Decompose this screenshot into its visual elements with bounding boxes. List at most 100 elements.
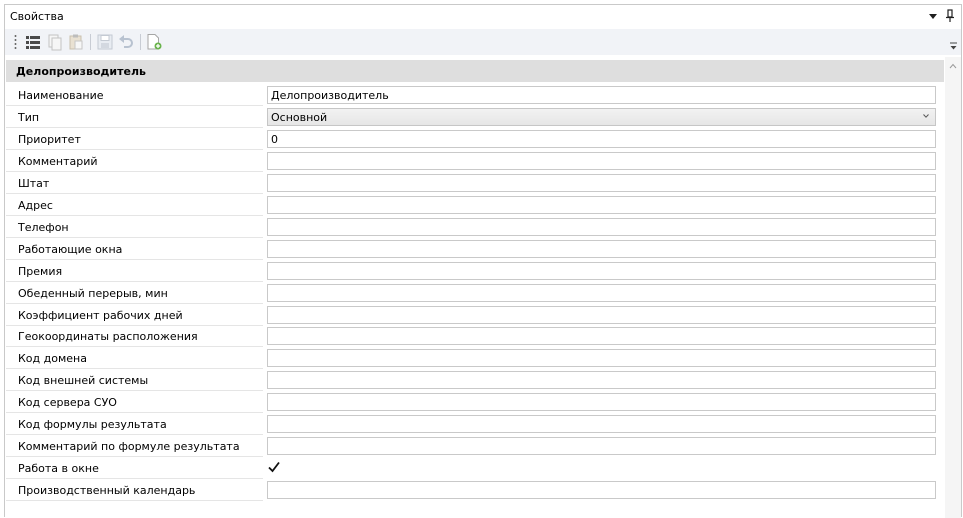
property-value-field[interactable]	[267, 481, 936, 500]
row-divider	[6, 434, 263, 436]
toolbar-overflow-icon[interactable]	[949, 41, 958, 51]
property-label: Коэффициент рабочих дней	[18, 308, 183, 322]
property-label: Геокоординаты расположения	[18, 330, 198, 344]
property-value-field[interactable]	[267, 173, 936, 192]
property-value-field[interactable]	[267, 283, 936, 302]
row-divider	[6, 192, 263, 194]
row-divider	[6, 170, 263, 172]
property-row[interactable]: Штат	[5, 173, 943, 195]
property-label: Код формулы результата	[18, 418, 167, 432]
categorized-view-icon[interactable]	[24, 33, 42, 51]
property-row[interactable]: Работа в окне	[5, 458, 943, 480]
property-value: Делопроизводитель	[271, 89, 389, 102]
toolbar	[5, 29, 961, 55]
checkmark-icon[interactable]	[267, 460, 281, 474]
property-row[interactable]: Код внешней системы	[5, 370, 943, 392]
property-value-field[interactable]	[267, 239, 936, 258]
property-row[interactable]: Тип Основной	[5, 107, 943, 129]
property-row[interactable]: Комментарий	[5, 151, 943, 173]
property-value-field[interactable]	[267, 195, 936, 214]
property-row[interactable]: Геокоординаты расположения	[5, 326, 943, 348]
panel-titlebar: Свойства	[5, 5, 961, 29]
property-label: Комментарий по формуле результата	[18, 440, 240, 454]
property-label: Работающие окна	[18, 242, 123, 256]
undo-icon[interactable]	[117, 33, 135, 51]
toolbar-separator	[140, 34, 141, 50]
properties-panel: Свойства Делопроизводитель Наименование …	[4, 4, 962, 518]
property-value-field[interactable]: Делопроизводитель	[267, 86, 936, 104]
toolbar-grip-icon[interactable]	[14, 34, 17, 50]
property-row[interactable]: Премия	[5, 261, 943, 283]
property-value-field[interactable]	[267, 261, 936, 280]
property-row[interactable]: Приоритет 0	[5, 129, 943, 151]
row-divider	[6, 148, 263, 150]
property-label: Наименование	[18, 89, 104, 102]
row-divider	[6, 346, 263, 348]
property-label: Телефон	[18, 220, 69, 234]
panel-menu-dropdown-icon[interactable]	[929, 14, 937, 19]
property-row[interactable]: Наименование Делопроизводитель	[5, 85, 943, 107]
row-divider	[6, 412, 263, 414]
row-divider	[6, 390, 263, 392]
property-row[interactable]: Телефон	[5, 217, 943, 239]
property-value-field[interactable]	[267, 437, 936, 456]
property-row[interactable]: Коэффициент рабочих дней	[5, 305, 943, 327]
row-divider	[6, 456, 263, 458]
vertical-scrollbar[interactable]	[945, 57, 961, 518]
toolbar-separator	[90, 34, 91, 50]
scroll-up-icon[interactable]	[949, 63, 957, 69]
property-value: Основной	[271, 110, 328, 124]
property-label: Работа в окне	[18, 462, 99, 476]
property-label: Приоритет	[18, 132, 81, 146]
property-value-field[interactable]	[267, 393, 936, 412]
row-divider	[6, 500, 263, 502]
property-row[interactable]: Код сервера СУО	[5, 392, 943, 414]
paste-icon[interactable]	[67, 33, 85, 51]
property-row[interactable]: Код формулы результата	[5, 414, 943, 436]
property-row[interactable]: Производственный календарь	[5, 480, 943, 502]
property-value-field[interactable]	[267, 217, 936, 236]
row-divider	[6, 368, 263, 370]
row-divider	[6, 324, 263, 326]
category-title: Делопроизводитель	[16, 65, 146, 78]
property-row[interactable]: Комментарий по формуле результата	[5, 436, 943, 458]
property-row[interactable]: Обеденный перерыв, мин	[5, 283, 943, 305]
property-label: Штат	[18, 176, 50, 190]
row-divider	[6, 258, 263, 260]
property-value-field[interactable]	[267, 349, 936, 368]
property-value-field[interactable]	[267, 371, 936, 390]
property-label: Код домена	[18, 352, 87, 366]
row-divider	[6, 280, 263, 282]
property-label: Премия	[18, 264, 63, 278]
category-header[interactable]: Делопроизводитель	[6, 60, 944, 82]
property-row[interactable]: Код домена	[5, 348, 943, 370]
copy-icon[interactable]	[46, 33, 64, 51]
property-label: Код сервера СУО	[18, 396, 117, 410]
property-value-field[interactable]	[267, 415, 936, 434]
property-value-field[interactable]	[267, 151, 936, 170]
row-divider	[6, 105, 263, 106]
property-label: Адрес	[18, 198, 53, 212]
chevron-down-icon[interactable]	[923, 114, 929, 118]
property-row[interactable]: Адрес	[5, 195, 943, 217]
property-value-field[interactable]	[267, 305, 936, 324]
property-label: Комментарий	[18, 154, 98, 168]
property-value-field[interactable]: 0	[267, 129, 936, 148]
save-icon[interactable]	[96, 33, 114, 51]
property-value-field[interactable]	[267, 327, 936, 346]
property-label: Код внешней системы	[18, 374, 149, 388]
row-divider	[6, 214, 263, 216]
pin-icon[interactable]	[945, 9, 955, 23]
row-divider	[6, 302, 263, 304]
property-label: Производственный календарь	[18, 484, 196, 498]
row-divider	[6, 126, 263, 128]
type-combobox[interactable]: Основной	[267, 107, 936, 126]
property-row[interactable]: Работающие окна	[5, 239, 943, 261]
property-label: Тип	[18, 110, 40, 124]
row-divider	[6, 478, 263, 480]
row-divider	[6, 236, 263, 238]
property-value: 0	[271, 132, 278, 146]
new-document-icon[interactable]	[145, 33, 163, 51]
property-label: Обеденный перерыв, мин	[18, 286, 168, 300]
panel-title: Свойства	[10, 10, 64, 23]
